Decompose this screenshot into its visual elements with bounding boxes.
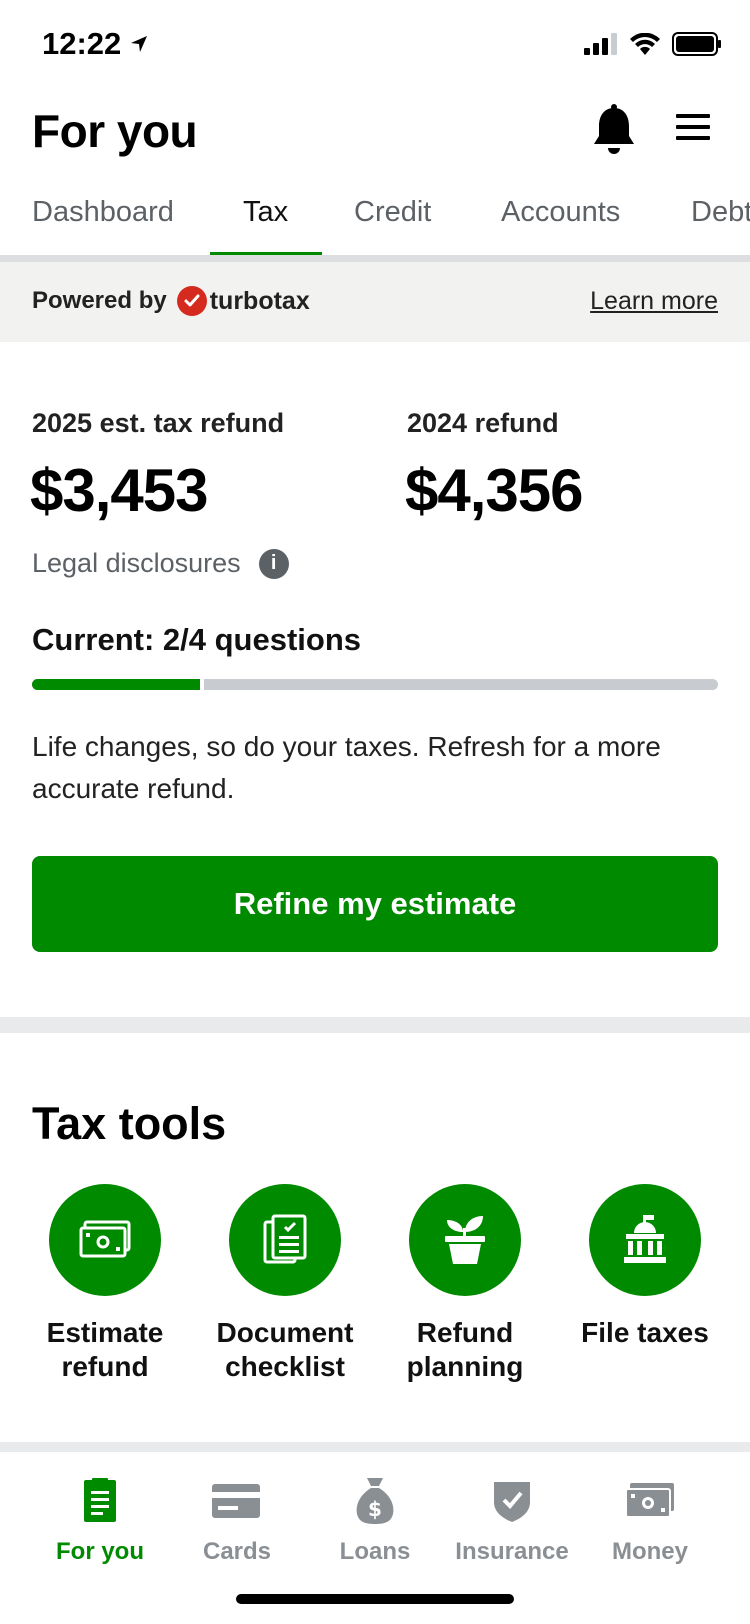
section-divider: [0, 1017, 750, 1033]
nav-for-you-icon-wrap: [30, 1474, 170, 1528]
nav-for-you-label: For you: [56, 1538, 144, 1565]
battery-icon: [672, 32, 721, 56]
nav-insurance[interactable]: Insurance: [442, 1474, 582, 1566]
powered-by-label: Powered by turbotax: [32, 286, 310, 316]
info-icon[interactable]: i: [258, 548, 289, 579]
refresh-message: Life changes, so do your taxes. Refresh …: [32, 731, 661, 804]
estimate-refund-label: 2025 est. tax refund: [32, 408, 285, 438]
estimate-refund-amount: $3,453: [30, 457, 209, 524]
tool-estimate-refund-label: Estimate refund: [46, 1317, 164, 1382]
progress-bar-fill: [32, 679, 204, 690]
nav-insurance-label: Insurance: [455, 1538, 569, 1565]
progress-label: Current: 2/4 questions: [32, 622, 361, 657]
tab-tax[interactable]: Tax: [243, 196, 288, 229]
nav-loans[interactable]: $ Loans: [305, 1474, 445, 1566]
tool-refund-planning[interactable]: Refund planning: [375, 1184, 555, 1384]
nav-cards-icon-wrap: [167, 1474, 307, 1528]
government-building-icon: [624, 1215, 666, 1263]
bottom-nav-divider: [0, 1442, 750, 1452]
plant-pot-icon: [445, 1216, 485, 1264]
page-title: For you: [32, 105, 198, 157]
nav-loans-label: Loans: [339, 1538, 411, 1565]
home-indicator: [236, 1594, 514, 1604]
tool-file-taxes[interactable]: File taxes: [555, 1184, 735, 1350]
document-icon: [84, 1478, 116, 1522]
status-time-text: 12:22: [42, 26, 122, 61]
money-bill-icon: [79, 1220, 131, 1258]
tab-debt[interactable]: Debt: [691, 196, 750, 229]
legal-disclosures[interactable]: Legal disclosures i: [32, 548, 289, 579]
powered-by-text: Powered by: [32, 287, 167, 314]
tool-document-checklist-label: Document checklist: [216, 1317, 354, 1382]
menu-icon[interactable]: [676, 112, 714, 144]
signal-icon: [584, 33, 617, 55]
tab-bar: Dashboard Tax Credit Accounts Debt: [0, 186, 750, 262]
card-icon: [212, 1484, 260, 1518]
svg-text:$: $: [368, 1497, 382, 1521]
status-time: 12:22: [42, 26, 149, 62]
shield-check-icon: [494, 1482, 530, 1522]
tab-accounts[interactable]: Accounts: [501, 196, 620, 229]
nav-money[interactable]: Money: [580, 1474, 720, 1566]
tool-file-taxes-label: File taxes: [581, 1317, 709, 1348]
learn-more-link[interactable]: Learn more: [590, 287, 718, 316]
nav-money-label: Money: [611, 1538, 688, 1565]
powered-by-banner: Powered by turbotax Learn more: [0, 262, 750, 342]
tax-tools-title: Tax tools: [32, 1098, 227, 1149]
tool-document-checklist-circle[interactable]: [229, 1184, 341, 1296]
active-tab-indicator: [210, 252, 322, 255]
tool-document-checklist[interactable]: Document checklist: [195, 1184, 375, 1384]
tool-estimate-refund-circle[interactable]: [49, 1184, 161, 1296]
nav-insurance-icon-wrap: [442, 1474, 582, 1528]
tool-refund-planning-label: Refund planning: [406, 1317, 524, 1382]
nav-loans-icon-wrap: $: [305, 1474, 445, 1528]
prior-refund-amount: $4,356: [405, 457, 584, 524]
tab-credit[interactable]: Credit: [354, 196, 431, 229]
turbotax-wordmark: turbotax: [209, 286, 310, 315]
turbotax-check-icon: [176, 286, 207, 316]
status-indicators: [584, 32, 722, 56]
nav-cards[interactable]: Cards: [167, 1474, 307, 1566]
tool-estimate-refund[interactable]: Estimate refund: [15, 1184, 195, 1384]
location-arrow-icon: [131, 36, 148, 52]
money-bill-icon: [625, 1483, 674, 1518]
nav-for-you[interactable]: For you: [30, 1474, 170, 1566]
tab-dashboard[interactable]: Dashboard: [32, 196, 174, 229]
tool-refund-planning-circle[interactable]: [409, 1184, 521, 1296]
status-bar: 12:22: [0, 0, 750, 90]
legal-disclosures-text: Legal disclosures: [32, 548, 241, 578]
document-checklist-icon: [263, 1214, 307, 1264]
prior-refund-label: 2024 refund: [407, 408, 559, 438]
turbotax-logo: turbotax: [176, 286, 310, 316]
header: For you: [0, 96, 750, 176]
bell-icon[interactable]: [590, 104, 638, 156]
wifi-icon: [630, 33, 660, 55]
nav-money-icon-wrap: [580, 1474, 720, 1528]
progress-bar: [32, 679, 718, 690]
nav-cards-label: Cards: [202, 1538, 272, 1565]
tool-file-taxes-circle[interactable]: [589, 1184, 701, 1296]
refine-estimate-button[interactable]: Refine my estimate: [32, 856, 718, 952]
money-bag-icon: $: [356, 1478, 394, 1524]
